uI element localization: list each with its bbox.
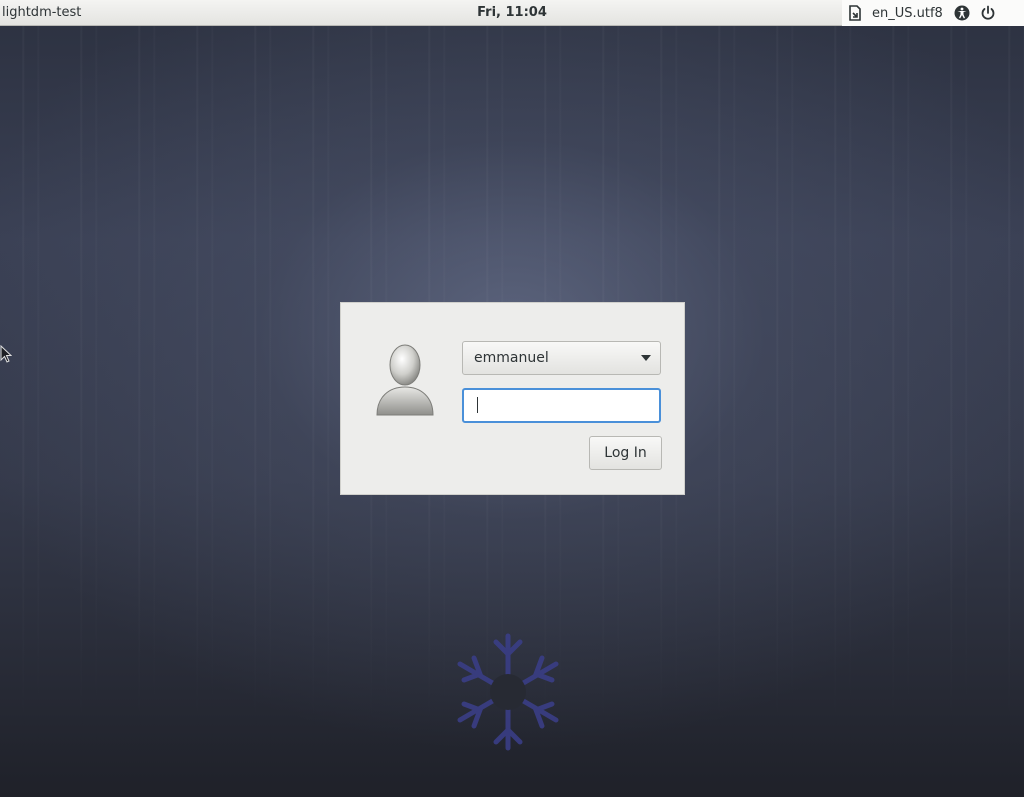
mouse-pointer-icon bbox=[0, 345, 12, 363]
user-avatar-icon bbox=[376, 344, 434, 416]
user-select-value: emmanuel bbox=[474, 350, 549, 366]
power-icon bbox=[981, 5, 995, 20]
power-button[interactable] bbox=[975, 0, 1001, 26]
panel-indicators: en_US.utf8 bbox=[842, 0, 1024, 26]
text-caret bbox=[477, 397, 478, 413]
login-dialog: emmanuel Log In bbox=[340, 302, 685, 495]
user-select[interactable]: emmanuel bbox=[462, 341, 661, 375]
password-field[interactable] bbox=[462, 388, 661, 423]
session-icon bbox=[849, 5, 861, 21]
chevron-down-icon bbox=[641, 355, 651, 361]
session-button[interactable] bbox=[842, 0, 868, 26]
login-screen: lightdm-test Fri, 11:04 en_US.utf8 emman… bbox=[0, 0, 1024, 797]
top-panel: lightdm-test Fri, 11:04 en_US.utf8 bbox=[0, 0, 1024, 26]
language-label: en_US.utf8 bbox=[872, 5, 943, 21]
accessibility-icon bbox=[954, 5, 970, 21]
login-button[interactable]: Log In bbox=[589, 436, 662, 470]
accessibility-button[interactable] bbox=[949, 0, 975, 26]
language-button[interactable]: en_US.utf8 bbox=[868, 0, 949, 26]
snowflake-logo-icon bbox=[457, 633, 559, 751]
